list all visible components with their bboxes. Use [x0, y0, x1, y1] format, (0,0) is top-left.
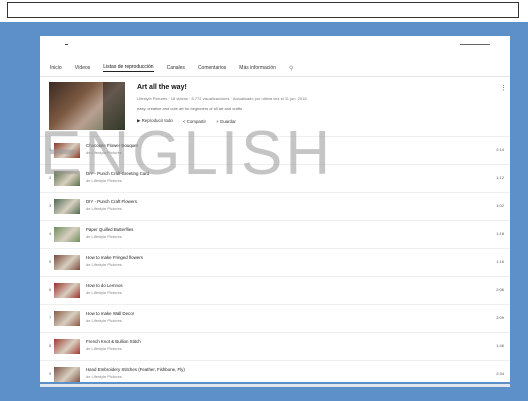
video-title[interactable]: DIY - Punch Craft Greeting Card	[86, 171, 149, 176]
playlist-description: easy, creative and cute art for beginner…	[137, 106, 243, 111]
video-title[interactable]: Paper Quilled Butterflies	[86, 227, 133, 232]
channel-tabs: Inicio Vídeos Listas de reproducción Can…	[50, 62, 293, 74]
video-duration: 1:02	[496, 203, 504, 208]
video-thumbnail[interactable]	[54, 255, 80, 270]
video-title[interactable]: How to do Lemnos	[86, 283, 123, 288]
playlist-thumbnail[interactable]	[49, 82, 125, 130]
video-row[interactable]: 1 Chocolate Flower Bouquet de Lifestyle Pi…	[40, 136, 510, 164]
video-author[interactable]: de Lifestyle Pictures	[86, 150, 122, 155]
play-all-button[interactable]: ▶ Reproducir todo	[137, 118, 173, 124]
video-index: 9	[49, 371, 52, 376]
tab-comments[interactable]: Comentarios	[198, 65, 226, 71]
video-duration: 1:18	[496, 231, 504, 236]
tab-divider	[40, 76, 510, 77]
video-title[interactable]: DIY - Punch Craft Flowers	[86, 199, 137, 204]
playlist-meta: Lifestyle Pictures · 18 videos · 5.772 v…	[137, 96, 307, 101]
logo-fragment	[65, 44, 68, 45]
video-row[interactable]: 6 How to do Lemnos de Lifestyle Pictures 2:…	[40, 276, 510, 304]
video-author[interactable]: de Lifestyle Pictures	[86, 178, 122, 183]
video-index: 5	[49, 259, 52, 264]
share-button[interactable]: < Compartir	[183, 119, 206, 124]
playlist-count-overlay	[103, 82, 125, 130]
video-title[interactable]: French Knot & Bullion Stitch	[86, 339, 141, 344]
video-index: 7	[49, 315, 52, 320]
video-list: 1 Chocolate Flower Bouquet de Lifestyle Pi…	[40, 136, 510, 382]
subscribe-area	[460, 44, 490, 45]
playlist-title[interactable]: Art all the way!	[137, 84, 187, 91]
video-row[interactable]: 5 How to make Fringed flowers de Lifestyle…	[40, 248, 510, 276]
video-row[interactable]: 4 Paper Quilled Butterflies de Lifestyle P…	[40, 220, 510, 248]
video-author[interactable]: de Lifestyle Pictures	[86, 206, 122, 211]
video-index: 3	[49, 203, 52, 208]
tab-videos[interactable]: Vídeos	[75, 65, 91, 71]
video-index: 2	[49, 175, 52, 180]
video-index: 1	[49, 147, 52, 152]
save-button[interactable]: + Guardar	[216, 119, 236, 124]
video-title[interactable]: Hand Embroidery Stitches (Feather, Fishb…	[86, 367, 185, 372]
video-thumbnail[interactable]	[54, 143, 80, 158]
plus-icon: +	[215, 118, 219, 124]
channel-playlist-page: Inicio Vídeos Listas de reproducción Can…	[40, 36, 510, 382]
tab-inicio[interactable]: Inicio	[50, 65, 62, 71]
play-icon: ▶	[137, 118, 141, 123]
video-thumbnail[interactable]	[54, 311, 80, 326]
video-row[interactable]: 3 DIY - Punch Craft Flowers de Lifestyle P…	[40, 192, 510, 220]
video-thumbnail[interactable]	[54, 283, 80, 298]
search-icon[interactable]: ⚲	[289, 65, 293, 72]
video-author[interactable]: de Lifestyle Pictures	[86, 234, 122, 239]
video-thumbnail[interactable]	[54, 339, 80, 354]
tab-about[interactable]: Más información	[239, 65, 276, 71]
video-index: 4	[49, 231, 52, 236]
video-duration: 1:16	[496, 259, 504, 264]
video-author[interactable]: de Lifestyle Pictures	[86, 374, 122, 379]
video-thumbnail[interactable]	[54, 227, 80, 242]
top-frame-box	[7, 2, 519, 18]
video-row[interactable]: 9 Hand Embroidery Stitches (Feather, Fish…	[40, 360, 510, 382]
video-duration: 1:46	[496, 343, 504, 348]
video-duration: 2:06	[496, 287, 504, 292]
video-title[interactable]: How to make Wall Decor	[86, 311, 134, 316]
video-row[interactable]: 7 How to make Wall Decor de Lifestyle Pict…	[40, 304, 510, 332]
video-index: 8	[49, 343, 52, 348]
video-title[interactable]: How to make Fringed flowers	[86, 255, 143, 260]
tab-playlists[interactable]: Listas de reproducción	[103, 64, 154, 72]
video-index: 6	[49, 287, 52, 292]
video-duration: 1:12	[496, 175, 504, 180]
video-thumbnail[interactable]	[54, 199, 80, 214]
video-author[interactable]: de Lifestyle Pictures	[86, 262, 122, 267]
video-author[interactable]: de Lifestyle Pictures	[86, 290, 122, 295]
video-duration: 2:34	[496, 371, 504, 376]
video-thumbnail[interactable]	[54, 171, 80, 186]
tab-channels[interactable]: Canales	[167, 65, 185, 71]
video-author[interactable]: de Lifestyle Pictures	[86, 318, 122, 323]
video-duration: 2:09	[496, 315, 504, 320]
share-icon: <	[182, 118, 186, 124]
video-title[interactable]: Chocolate Flower Bouquet	[86, 143, 138, 148]
video-row[interactable]: 2 DIY - Punch Craft Greeting Card de Lifes…	[40, 164, 510, 192]
video-thumbnail[interactable]	[54, 367, 80, 382]
video-row[interactable]: 8 French Knot & Bullion Stitch de Lifestyl…	[40, 332, 510, 360]
more-options-icon[interactable]: ⋮	[500, 84, 507, 92]
bottom-strip	[40, 384, 510, 387]
playlist-actions: ▶ Reproducir todo < Compartir + Guardar	[137, 118, 236, 124]
video-author[interactable]: de Lifestyle Pictures	[86, 346, 122, 351]
video-duration: 2:14	[496, 147, 504, 152]
